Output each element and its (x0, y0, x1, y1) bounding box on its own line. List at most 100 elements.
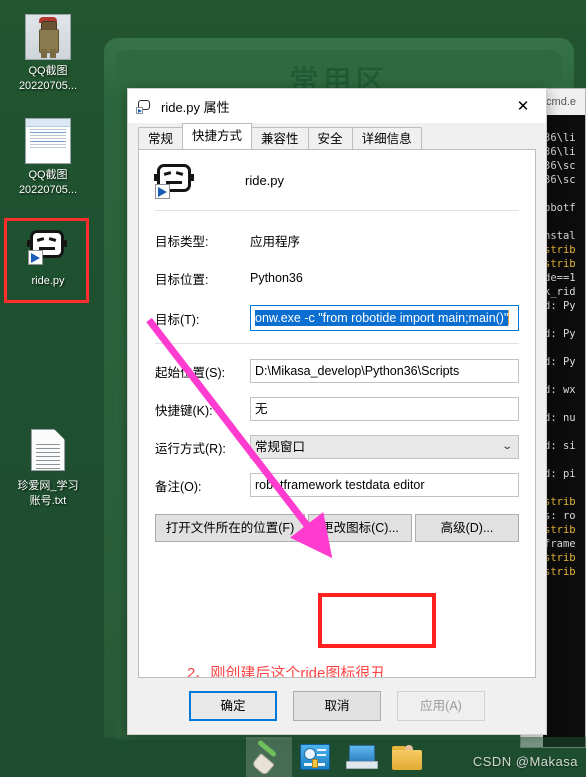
comment-input[interactable]: robotframework testdata editor (250, 473, 519, 497)
console-output: 36\li 36\li 36\sc 36\sc obotf nstal strib str… (543, 115, 585, 747)
change-icon-highlight-box (318, 593, 436, 648)
field-shortcut-key: 快捷键(K): 无 (139, 397, 535, 421)
desktop-icon-qq-screenshot-1[interactable]: QQ截图 20220705... (2, 14, 94, 94)
console-line: d: si (544, 440, 576, 452)
taskbar-folder-person-icon[interactable] (384, 737, 430, 777)
console-line: 36\li (544, 146, 576, 158)
console-line: frame (544, 538, 576, 550)
field-target: 目标(T): onw.exe -c "from robotide import … (139, 305, 535, 331)
desktop-icon-label: QQ截图 20220705... (18, 169, 78, 196)
dialog-app-icon (136, 98, 153, 114)
target-input-value: onw.exe -c "from robotide import main;ma… (255, 310, 509, 326)
window-screenshot-thumbnail (25, 118, 71, 164)
close-icon[interactable]: ✕ (500, 89, 546, 123)
desktop-icon-text-file[interactable]: 珍爱网_学习 账号.txt (2, 428, 94, 509)
shortcut-key-input[interactable]: 无 (250, 397, 519, 421)
field-label: 运行方式(R): (155, 441, 226, 456)
field-label: 目标类型: (155, 234, 209, 249)
field-value: Python36 (250, 271, 303, 285)
field-target-type: 目标类型: 应用程序 (139, 229, 535, 251)
tab-3[interactable]: 安全 (307, 127, 353, 149)
tab-1[interactable]: 快捷方式 (182, 123, 253, 149)
taskbar-desktop-monitor-icon[interactable] (338, 737, 384, 777)
field-label: 起始位置(S): (155, 365, 226, 380)
shortcut-arrow-overlay-icon (28, 250, 43, 265)
field-label: 快捷键(K): (155, 403, 213, 418)
dialog-titlebar[interactable]: ride.py 属性 ✕ (128, 89, 546, 123)
console-line: strib (544, 524, 576, 536)
header-divider (155, 210, 519, 211)
field-start-in: 起始位置(S): D:\Mikasa_develop\Python36\Scri… (139, 359, 535, 383)
annotation-line-1: 2、刚创建后这个ride图标很丑 (187, 665, 386, 678)
change-icon-button[interactable]: 更改图标(C)... (308, 514, 412, 542)
taskbar-control-panel-icon[interactable] (292, 737, 338, 777)
ok-button[interactable]: 确定 (189, 691, 277, 721)
text-document-icon (26, 429, 70, 475)
desktop-icon-label: ride.py (31, 275, 65, 287)
console-line: strib (544, 552, 576, 564)
console-line: d: nu (544, 412, 576, 424)
console-line: d: Py (544, 356, 576, 368)
console-line: nstal (544, 230, 576, 242)
console-line: d: Py (544, 328, 576, 340)
run-mode-select[interactable]: 常规窗口 ⌄ (250, 435, 519, 459)
dialog-footer: 确定 取消 应用(A) (128, 678, 546, 734)
text-caret (508, 310, 510, 325)
open-file-location-button[interactable]: 打开文件所在的位置(F) (155, 514, 305, 542)
console-line: 36\li (544, 132, 576, 144)
console-line: d: pi (544, 468, 576, 480)
screen-root: 常用区 QQ截图 20220705... QQ截图 20220705... ri… (0, 0, 586, 777)
field-value: 应用程序 (250, 234, 301, 249)
console-line: d: wx (544, 384, 576, 396)
field-divider (155, 343, 519, 344)
console-line: strib (544, 258, 576, 270)
desktop-icon-label: QQ截图 20220705... (18, 65, 78, 92)
csdn-watermark: CSDN @Makasa (472, 754, 578, 769)
shortcut-file-icon (154, 164, 201, 199)
cancel-button[interactable]: 取消 (293, 691, 381, 721)
start-in-input[interactable]: D:\Mikasa_develop\Python36\Scripts (250, 359, 519, 383)
field-label: 备注(O): (155, 479, 202, 494)
advanced-button[interactable]: 高级(D)... (415, 514, 519, 542)
field-label: 目标位置: (155, 272, 209, 287)
console-line: d: Py (544, 300, 576, 312)
console-line: de==1 (544, 272, 576, 284)
field-comment: 备注(O): robotframework testdata editor (139, 473, 535, 497)
console-line: strib (544, 566, 576, 578)
shortcut-tab-panel: ride.py 目标类型: 应用程序 目标位置: Python36 目标(T):… (138, 149, 536, 678)
robot-photo-thumbnail (25, 14, 71, 60)
console-line: k_rid (544, 286, 576, 298)
shortcut-header-row: ride.py (139, 150, 535, 206)
console-line: 36\sc (544, 174, 576, 186)
tab-4[interactable]: 详细信息 (351, 127, 422, 149)
field-run-mode: 运行方式(R): 常规窗口 ⌄ (139, 435, 535, 459)
desktop-icon-qq-screenshot-2[interactable]: QQ截图 20220705... (2, 118, 94, 198)
console-line: obotf (544, 202, 576, 214)
shortcut-arrow-overlay-icon (155, 184, 170, 199)
robot-face-shortcut-icon (26, 230, 70, 270)
taskbar-broom-cleaner-icon[interactable] (246, 737, 292, 777)
annotation-text: 2、刚创建后这个ride图标很丑 我们可以右击属性更改图标 (187, 662, 386, 678)
tab-0[interactable]: 常规 (138, 127, 184, 149)
properties-dialog: ride.py 属性 ✕ 常规 快捷方式 兼容性 安全 详细信息 ride.py… (127, 88, 547, 735)
chevron-down-icon: ⌄ (500, 441, 513, 452)
target-input[interactable]: onw.exe -c "from robotide import main;ma… (250, 305, 519, 331)
field-label: 目标(T): (155, 312, 200, 327)
tab-strip: 常规 快捷方式 兼容性 安全 详细信息 (128, 123, 546, 149)
dialog-title: ride.py 属性 (161, 99, 230, 115)
console-line: strib (544, 496, 576, 508)
console-line: s: ro (544, 510, 576, 522)
run-mode-value: 常规窗口 (255, 440, 306, 454)
shortcut-action-buttons: 打开文件所在的位置(F) 更改图标(C)... 高级(D)... (139, 514, 535, 542)
desktop-icon-ride-py[interactable]: ride.py (2, 226, 94, 289)
console-line: strib (544, 244, 576, 256)
tab-2[interactable]: 兼容性 (251, 127, 309, 149)
